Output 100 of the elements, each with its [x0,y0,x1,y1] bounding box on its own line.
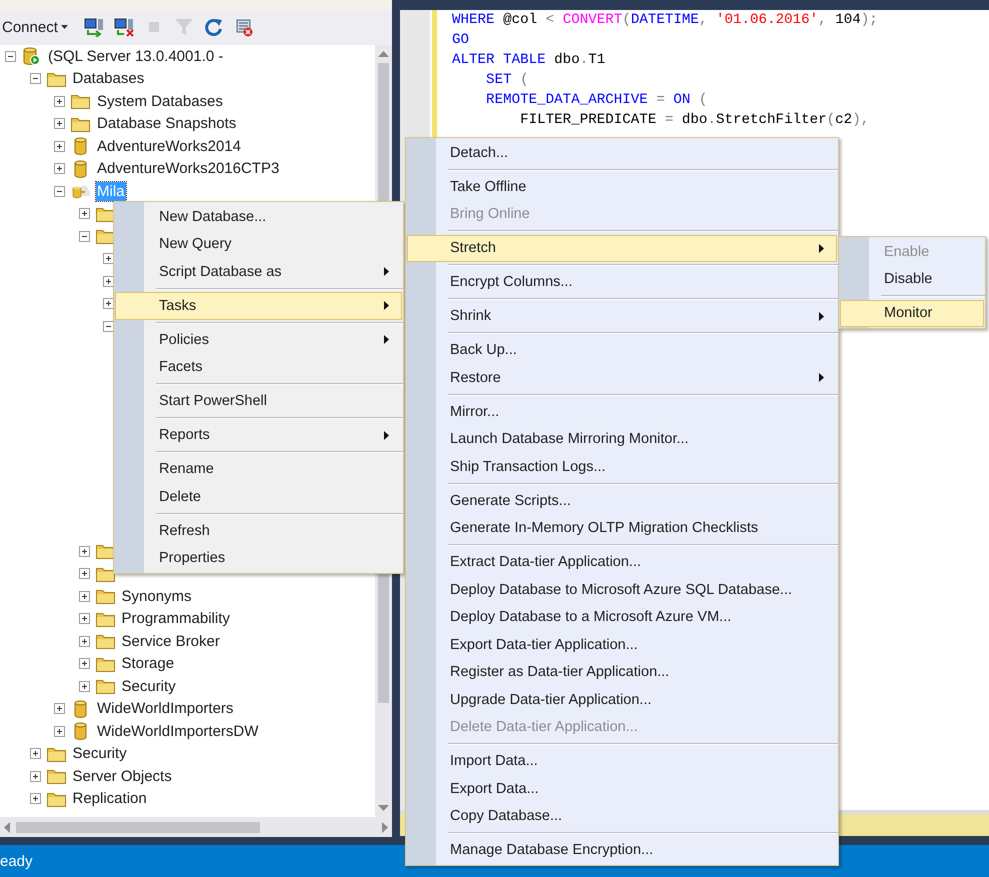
tree-expander[interactable] [5,50,16,62]
tree-item[interactable]: Service Broker [120,632,221,651]
disconnect-icon[interactable] [114,17,134,37]
horizontal-scrollbar[interactable] [0,817,392,837]
menu-item[interactable]: Delete [115,483,402,510]
tree-expander[interactable] [30,748,40,760]
menu-item[interactable]: New Query [115,230,402,258]
submenu-arrow-icon [384,430,389,440]
connect-button[interactable]: Connect [2,18,68,36]
tree-expander[interactable] [78,230,90,242]
menu-item[interactable]: Mirror... [407,398,837,426]
menu-item[interactable]: Ship Transaction Logs... [407,453,837,480]
tree-item[interactable]: Replication [72,789,148,808]
menu-item[interactable]: Properties [115,544,402,572]
tree-item[interactable]: AdventureWorks2014 [96,136,242,156]
menu-item[interactable]: Take Offline [407,173,837,200]
tree-expander[interactable] [54,703,65,714]
menu-item[interactable]: Rename [115,456,402,483]
tree-item[interactable]: Security [72,744,128,764]
folder-icon [96,656,114,672]
tree-item[interactable]: Security [120,676,177,696]
tree-item[interactable]: Databases [72,69,146,88]
tree-item[interactable]: Database Snapshots [96,114,238,134]
tree-expander[interactable] [103,298,114,310]
tree-item[interactable]: Synonyms [120,586,193,606]
tree-expander[interactable] [30,73,40,84]
tree-expander[interactable] [78,590,90,602]
menu-item[interactable]: New Database... [115,203,402,230]
menu-item[interactable]: Register as Data-tier Application... [407,658,837,686]
tree-expander[interactable] [78,208,90,220]
code-line: FILTER_PREDICATE = dbo.StretchFilter(c2), [519,111,870,130]
tree-expander[interactable] [78,680,90,692]
menu-item[interactable]: Export Data-tier Application... [407,631,837,658]
menu-item[interactable]: Generate Scripts... [407,487,837,514]
tree-item[interactable]: AdventureWorks2016CTP3 [96,159,280,178]
tree-expander[interactable] [54,140,65,152]
folder-icon [71,116,90,132]
tree-expander[interactable] [78,613,90,624]
menu-item[interactable]: Encrypt Columns... [407,268,837,296]
menu-item[interactable]: Facets [115,354,402,381]
submenu-arrow-icon [384,267,389,276]
menu-item[interactable]: Tasks [115,292,402,320]
code-line: GO [452,31,470,50]
menu-item[interactable]: Start PowerShell [115,388,402,415]
tree-expander[interactable] [54,96,65,107]
tree-item[interactable]: WideWorldImporters [96,699,234,718]
tree-expander[interactable] [103,276,114,287]
scroll-down-icon[interactable] [378,805,389,811]
tree-expander[interactable] [54,186,65,197]
menu-item[interactable]: Launch Database Mirroring Monitor... [407,426,837,453]
code-line: SET ( [485,71,530,90]
folder-icon [71,93,90,110]
scrollbar-thumb[interactable] [16,822,260,832]
menu-item[interactable]: Manage Database Encryption... [407,836,837,864]
tree-expander[interactable] [54,726,65,737]
menu-item[interactable]: Reports [115,422,402,449]
folder-icon [46,768,66,784]
folder-icon [96,543,114,560]
menu-item[interactable]: Detach... [407,139,837,166]
menu-item[interactable]: Script Database as [115,258,402,286]
tree-expander[interactable] [54,118,65,130]
menu-item[interactable]: Policies [115,326,402,354]
code-line: WHERE @col < CONVERT(DATETIME, '01.06.2016', 104); [452,11,878,30]
tree-item[interactable]: WideWorldImportersDW [96,722,260,741]
tree-expander[interactable] [78,568,90,580]
connect-icon[interactable] [84,17,104,37]
scroll-up-icon[interactable] [378,51,389,57]
menu-item[interactable]: Extract Data-tier Application... [407,548,837,576]
tree-item[interactable]: Server Objects [72,766,173,786]
refresh-icon[interactable] [204,17,224,37]
menu-item[interactable]: Generate In-Memory OLTP Migration Checklists [407,514,837,542]
tree-expander[interactable] [30,770,40,782]
tree-expander[interactable] [103,253,114,264]
menu-item[interactable]: Monitor [840,300,984,327]
scroll-left-icon[interactable] [4,822,10,832]
menu-item[interactable]: Refresh [115,517,402,544]
menu-item[interactable]: Export Data... [407,775,837,802]
menu-item[interactable]: Upgrade Data-tier Application... [407,686,837,714]
menu-item[interactable]: Stretch [407,234,837,262]
menu-item[interactable]: Back Up... [407,336,837,364]
tree-item[interactable]: Storage [120,654,176,674]
menu-item[interactable]: Deploy Database to Microsoft Azure SQL Database... [407,576,837,604]
script-stop-icon[interactable] [234,17,254,37]
tree-expander[interactable] [78,546,90,557]
menu-item[interactable]: Restore [407,364,837,392]
tree-expander[interactable] [78,658,90,670]
tree-item[interactable]: (SQL Server 13.0.4001.0 - [47,46,224,66]
folder-icon [96,633,114,650]
menu-item[interactable]: Disable [840,266,984,293]
tree-expander[interactable] [78,636,90,647]
menu-item[interactable]: Shrink [407,302,837,330]
menu-item[interactable]: Copy Database... [407,802,837,830]
tree-item[interactable]: Programmability [120,609,231,628]
tree-expander[interactable] [103,320,114,332]
menu-item[interactable]: Deploy Database to a Microsoft Azure VM... [407,604,837,631]
tree-item[interactable]: System Databases [96,92,224,111]
tree-expander[interactable] [54,163,65,174]
scroll-right-icon[interactable] [382,822,388,832]
tree-expander[interactable] [30,793,40,804]
menu-item[interactable]: Import Data... [407,748,837,775]
